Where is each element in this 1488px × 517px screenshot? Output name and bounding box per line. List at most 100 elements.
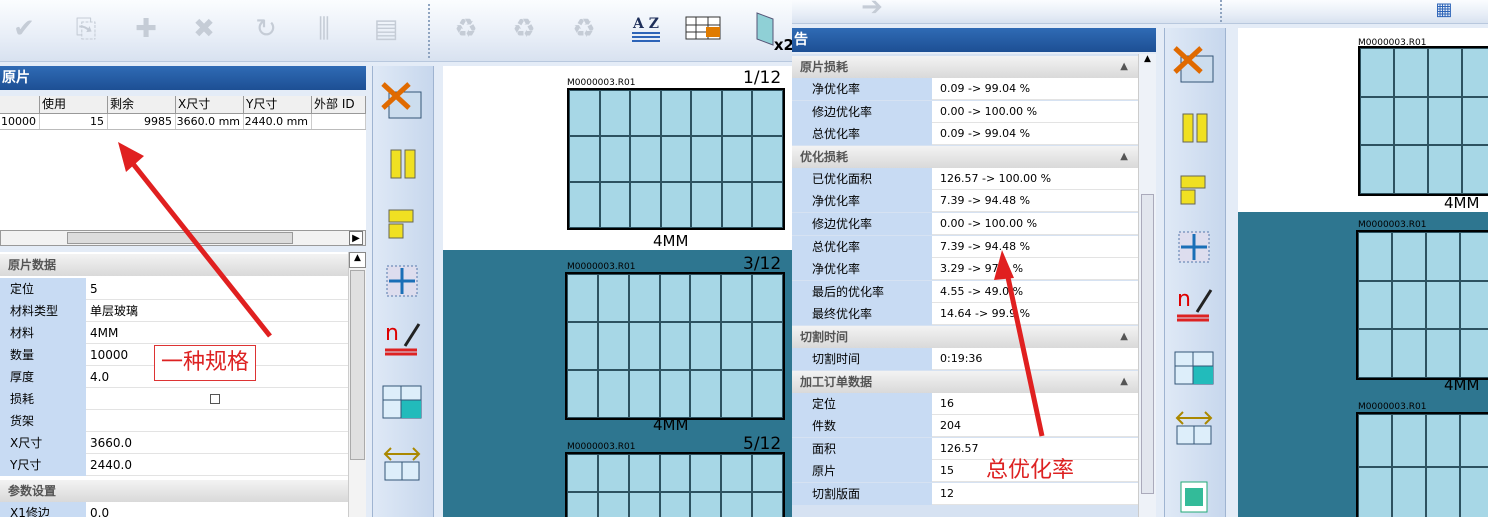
grid-icon[interactable]: ▦	[1424, 0, 1464, 30]
rename-icon[interactable]: n	[1171, 282, 1217, 328]
report-key: 最后的优化率	[792, 280, 932, 303]
copy-x2-icon[interactable]: x2	[744, 8, 792, 54]
report-row[interactable]: 净优化率 0.09 -> 99.04 %	[792, 78, 1138, 100]
move-icon[interactable]	[379, 258, 425, 304]
rename-icon[interactable]: n	[379, 316, 425, 362]
report-key: 总优化率	[792, 235, 932, 258]
stack-blocks-icon[interactable]	[379, 200, 425, 246]
sheet-panel[interactable]: M0000003.R01 5/12	[443, 434, 792, 517]
collapse-icon[interactable]: ▲	[1120, 56, 1128, 78]
glass-piece	[721, 274, 753, 322]
table-cell: 15	[40, 114, 108, 129]
report-section[interactable]: 加工订单数据 ▲	[792, 370, 1138, 393]
report-row[interactable]: 总优化率 7.39 -> 94.48 %	[792, 235, 1138, 258]
layout-icon[interactable]: ▤	[366, 8, 406, 50]
sheet-panel[interactable]: M0000003.R01 4MM	[1238, 212, 1488, 396]
report-row[interactable]: 切割时间 0:19:36	[792, 348, 1138, 370]
prop-value: 5	[90, 282, 98, 296]
swap-icon[interactable]	[1171, 404, 1217, 450]
refresh-icon[interactable]: ♻	[504, 8, 544, 50]
table-cell: 3660.0 mm	[176, 114, 244, 129]
report-row[interactable]: 件数 204	[792, 415, 1138, 438]
report-row[interactable]: 净优化率 7.39 -> 94.48 %	[792, 190, 1138, 213]
report-row[interactable]: 面积 126.57	[792, 437, 1138, 460]
prop-row[interactable]: Y尺寸 2440.0	[0, 454, 366, 476]
svg-text:n: n	[385, 321, 399, 346]
scroll-right-arrow[interactable]: ▶	[349, 231, 363, 245]
col-header[interactable]: X尺寸	[176, 96, 244, 113]
pair-blocks-icon[interactable]	[379, 140, 425, 186]
report-key: 净优化率	[792, 258, 932, 281]
glass-board	[1356, 412, 1488, 517]
sort-icon[interactable]: ⫼	[304, 8, 344, 50]
col-header[interactable]: 外部 ID	[312, 96, 366, 113]
col-header[interactable]: Y尺寸	[244, 96, 312, 113]
col-header[interactable]: 使用	[40, 96, 108, 113]
glass-piece	[660, 90, 692, 136]
pair-blocks-icon[interactable]	[1171, 104, 1217, 150]
table-cell	[312, 114, 366, 129]
sheet-panel[interactable]: M0000003.R01 4MM	[1238, 28, 1488, 212]
report-section[interactable]: 原片损耗 ▲	[792, 56, 1138, 78]
layout-view-icon[interactable]	[1171, 346, 1217, 392]
prop-row[interactable]: X尺寸 3660.0	[0, 432, 366, 454]
wastage-checkbox[interactable]	[210, 394, 220, 404]
collapse-icon[interactable]: ▲	[1120, 326, 1128, 348]
glass-piece	[1358, 280, 1392, 330]
remove-optimization-icon[interactable]	[1171, 42, 1217, 88]
glass-piece	[567, 274, 598, 322]
refresh-icon[interactable]: ♻	[446, 8, 486, 50]
report-row[interactable]: 最后的优化率 4.55 -> 49.0 %	[792, 280, 1138, 303]
move-icon[interactable]	[1171, 224, 1217, 270]
remove-optimization-icon[interactable]	[379, 78, 425, 124]
arrow-icon[interactable]: ➔	[852, 0, 892, 28]
export-icon[interactable]	[1171, 474, 1217, 517]
table-row[interactable]: 10000 15 9985 3660.0 mm 2440.0 mm	[0, 114, 366, 130]
stack-blocks-icon[interactable]	[1171, 166, 1217, 212]
collapse-icon[interactable]: ▲	[1120, 146, 1128, 168]
vertical-scrollbar[interactable]: ▲	[1138, 54, 1156, 517]
refresh-icon[interactable]: ♻	[564, 8, 604, 50]
swap-icon[interactable]	[379, 440, 425, 486]
glass-piece	[659, 322, 691, 370]
sheet-panel[interactable]: M0000003.R01	[1238, 398, 1488, 517]
sheet-panel[interactable]: M0000003.R01 3/12 4MM	[443, 254, 792, 438]
report-row[interactable]: 定位 16	[792, 392, 1138, 415]
prop-row[interactable]: 货架	[0, 410, 366, 432]
transfer-icon[interactable]: ⎘	[66, 8, 106, 50]
glass-piece	[752, 136, 783, 182]
report-value: 0.09 -> 99.04 %	[940, 127, 1031, 141]
report-key: 面积	[792, 437, 932, 460]
add-icon[interactable]: ✚	[126, 8, 166, 50]
report-row[interactable]: 修边优化率 0.00 -> 100.00 %	[792, 213, 1138, 235]
delete-icon[interactable]: ✖	[184, 8, 224, 50]
report-row[interactable]: 最终优化率 14.64 -> 99.9 %	[792, 303, 1138, 326]
prop-category[interactable]: 参数设置	[0, 480, 366, 502]
report-row[interactable]: 修边优化率 0.00 -> 100.00 %	[792, 100, 1138, 123]
main-toolbar: ✔ ⎘ ✚ ✖ ↻ ⫼ ▤ ♻ ♻ ♻ A Z x2	[0, 0, 792, 62]
glass-piece	[1462, 96, 1488, 146]
col-header[interactable]: 剩余	[108, 96, 176, 113]
prop-row[interactable]: X1修边 0.0	[0, 502, 366, 517]
glass-piece	[721, 454, 753, 492]
check-icon[interactable]: ✔	[4, 8, 44, 50]
report-section[interactable]: 优化损耗 ▲	[792, 145, 1138, 168]
glass-piece	[1460, 467, 1488, 517]
collapse-icon[interactable]: ▲	[1120, 371, 1128, 393]
report-row[interactable]: 净优化率 3.29 -> 97.5 %	[792, 258, 1138, 281]
layout-view-icon[interactable]	[379, 380, 425, 426]
report-row[interactable]: 原片 15	[792, 460, 1138, 483]
glass-piece	[628, 274, 660, 322]
report-row[interactable]: 切割版面 12	[792, 483, 1138, 505]
report-row[interactable]: 已优化面积 126.57 -> 100.00 %	[792, 167, 1138, 190]
prop-row[interactable]: 损耗	[0, 388, 366, 410]
vertical-scrollbar[interactable]: ▲	[348, 252, 366, 517]
az-sort-icon[interactable]: A Z	[626, 8, 666, 50]
report-section[interactable]: 切割时间 ▲	[792, 326, 1138, 348]
glass-piece	[1358, 329, 1392, 378]
glass-piece	[752, 274, 783, 322]
undo-icon[interactable]: ↻	[246, 8, 286, 50]
edit-grid-icon[interactable]	[684, 8, 724, 50]
sheet-panel[interactable]: M0000003.R01 1/12 4MM	[443, 66, 792, 250]
report-row[interactable]: 总优化率 0.09 -> 99.04 %	[792, 123, 1138, 146]
